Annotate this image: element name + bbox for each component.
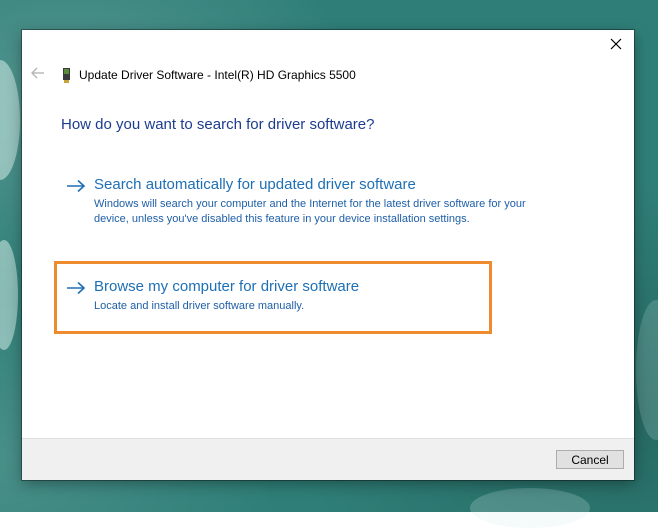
page-heading: How do you want to search for driver sof…: [61, 116, 375, 133]
cancel-button[interactable]: Cancel: [556, 450, 624, 469]
browse-computer-description: Locate and install driver software manua…: [94, 300, 305, 312]
update-driver-dialog: Update Driver Software - Intel(R) HD Gra…: [22, 30, 634, 480]
window-title: Update Driver Software - Intel(R) HD Gra…: [79, 68, 356, 82]
search-automatically-title: Search automatically for updated driver …: [94, 176, 416, 193]
close-button[interactable]: [606, 34, 626, 54]
title-bar: Update Driver Software - Intel(R) HD Gra…: [62, 66, 356, 84]
search-automatically-description: Windows will search your computer and th…: [94, 198, 526, 225]
search-automatically-option[interactable]: Search automatically for updated driver …: [66, 176, 566, 240]
wallpaper-blob: [0, 60, 20, 180]
wallpaper-blob: [0, 240, 18, 350]
dialog-footer: Cancel: [22, 438, 634, 480]
wallpaper-blob: [636, 300, 658, 440]
back-arrow-icon: [31, 67, 44, 79]
back-button[interactable]: [30, 65, 46, 81]
right-arrow-icon: [67, 281, 86, 295]
wallpaper-blob: [470, 488, 590, 528]
close-icon: [610, 38, 622, 50]
browse-computer-option[interactable]: Browse my computer for driver software L…: [66, 278, 486, 312]
right-arrow-icon: [67, 179, 86, 193]
browse-computer-title: Browse my computer for driver software: [94, 278, 360, 295]
graphics-card-icon: [63, 67, 70, 83]
